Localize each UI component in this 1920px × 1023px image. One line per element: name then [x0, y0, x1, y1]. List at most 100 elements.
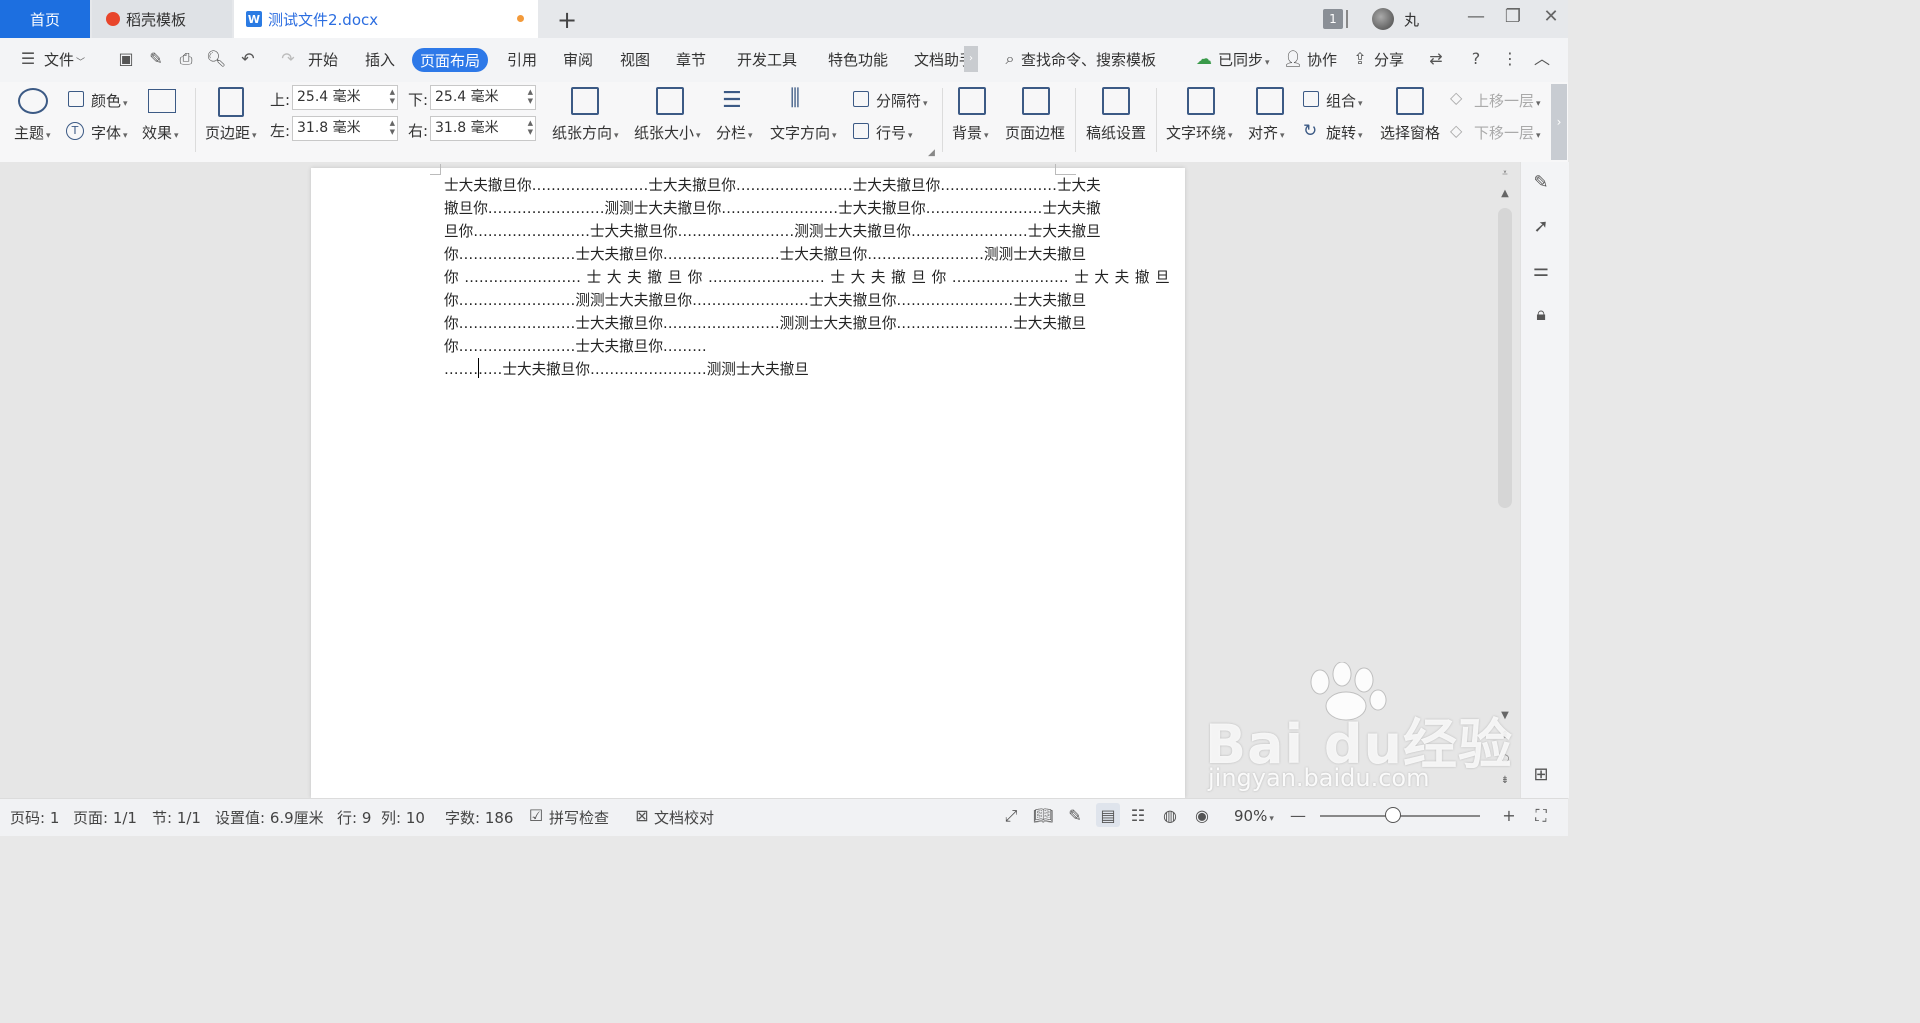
- hamburger-icon[interactable]: ☰: [18, 49, 38, 69]
- bottom-margin-field[interactable]: 25.4 毫米 ▲ ▼: [430, 85, 536, 110]
- tab-document[interactable]: W 测试文件2.docx: [234, 0, 538, 38]
- text-wrap-button[interactable]: 文字环绕 ▾: [1166, 122, 1233, 143]
- margin-icon[interactable]: [218, 87, 244, 117]
- avatar[interactable]: [1372, 8, 1394, 30]
- paper-size-button[interactable]: 纸张大小 ▾: [634, 122, 701, 143]
- menu-review[interactable]: 审阅: [563, 49, 593, 70]
- select-pane-button[interactable]: 选择窗格: [1380, 122, 1440, 143]
- scroll-thumb[interactable]: [1498, 208, 1512, 508]
- redo-icon[interactable]: ↷: [278, 49, 298, 69]
- fullscreen-icon[interactable]: ⤢: [1001, 806, 1021, 826]
- manuscript-icon[interactable]: [1102, 87, 1130, 115]
- status-setting[interactable]: 设置值: 6.9厘米: [215, 807, 324, 828]
- ribbon-scroll-right-icon[interactable]: ›: [1551, 84, 1567, 160]
- scroll-up-icon[interactable]: ▲: [1498, 188, 1512, 199]
- zoom-slider-knob[interactable]: [1385, 807, 1401, 823]
- web-view-icon[interactable]: ◍: [1160, 806, 1180, 826]
- fit-window-icon[interactable]: ⛶: [1531, 806, 1551, 826]
- spinner-icon[interactable]: ▲ ▼: [528, 88, 533, 106]
- doc-line[interactable]: 你……………………士大夫撤旦你………: [444, 335, 707, 356]
- help-icon[interactable]: ?: [1466, 49, 1486, 69]
- user-name[interactable]: 丸: [1404, 9, 1419, 30]
- font-theme-button[interactable]: 字体 ▾: [91, 122, 128, 143]
- close-button[interactable]: ✕: [1538, 6, 1564, 27]
- orientation-button[interactable]: 纸张方向 ▾: [552, 122, 619, 143]
- scroll-top-icon[interactable]: ⩡: [1498, 168, 1512, 179]
- menu-start[interactable]: 开始: [308, 49, 338, 70]
- margin-button[interactable]: 页边距 ▾: [205, 122, 257, 143]
- zoom-in-icon[interactable]: +: [1499, 806, 1519, 826]
- outline-view-icon[interactable]: ☷: [1128, 806, 1148, 826]
- minimize-button[interactable]: —: [1463, 6, 1489, 27]
- pen-icon[interactable]: ✎: [1530, 172, 1552, 194]
- doc-line[interactable]: 旦你……………………士大夫撤旦你……………………测测士大夫撤旦你………………………: [444, 220, 1101, 241]
- paper-size-icon[interactable]: [656, 87, 684, 115]
- color-button[interactable]: 颜色 ▾: [91, 90, 128, 111]
- effect-icon[interactable]: [148, 89, 176, 113]
- print-icon[interactable]: ⎙: [176, 49, 196, 69]
- transfer-icon[interactable]: ⇄: [1426, 49, 1446, 69]
- background-button[interactable]: 背景 ▾: [952, 122, 989, 143]
- collapse-ribbon-icon[interactable]: ︿: [1532, 49, 1552, 69]
- left-margin-field[interactable]: 31.8 毫米 ▲ ▼: [292, 116, 398, 141]
- doc-line[interactable]: 你 …………………… 士 大 夫 撤 旦 你 …………………… 士 大 夫 撤 …: [444, 266, 1170, 287]
- restore-button[interactable]: ❐: [1500, 6, 1526, 27]
- doc-line[interactable]: …………士大夫撤旦你……………………测测士大夫撤旦: [444, 358, 809, 379]
- select-pane-icon[interactable]: [1396, 87, 1424, 115]
- share-button[interactable]: 分享: [1374, 49, 1404, 70]
- menu-view[interactable]: 视图: [620, 49, 650, 70]
- page-border-button[interactable]: 页面边框: [1005, 122, 1065, 143]
- undo-icon[interactable]: ↶: [238, 49, 258, 69]
- window-count-badge[interactable]: 1: [1323, 9, 1343, 29]
- columns-icon[interactable]: ☰: [722, 88, 742, 113]
- proofread-button[interactable]: 文档校对: [654, 807, 714, 828]
- menu-features[interactable]: 特色功能: [828, 49, 888, 70]
- collaborate-button[interactable]: 协作: [1307, 49, 1337, 70]
- line-number-button[interactable]: 行号 ▾: [876, 122, 913, 143]
- pointer-icon[interactable]: ➚: [1530, 216, 1552, 238]
- spinner-icon[interactable]: ▲ ▼: [390, 119, 395, 137]
- more-icon[interactable]: ⋮: [1500, 49, 1520, 69]
- page-border-icon[interactable]: [1022, 87, 1050, 115]
- sync-status[interactable]: 已同步 ▾: [1218, 49, 1270, 70]
- palette-icon[interactable]: [18, 88, 48, 114]
- print-preview-icon[interactable]: 🔍︎: [206, 49, 226, 69]
- doc-line[interactable]: 撤旦你……………………测测士大夫撤旦你……………………士大夫撤旦你……………………: [444, 197, 1101, 218]
- spellcheck-button[interactable]: 拼写检查: [549, 807, 609, 828]
- align-icon[interactable]: [1256, 87, 1284, 115]
- status-col[interactable]: 列: 10: [381, 807, 425, 828]
- doc-line[interactable]: 你……………………士大夫撤旦你……………………测测士大夫撤旦你……………………士…: [444, 312, 1086, 333]
- menu-developer[interactable]: 开发工具: [737, 49, 797, 70]
- settings-sliders-icon[interactable]: ⚌: [1530, 260, 1552, 282]
- read-mode-icon[interactable]: 📖︎: [1033, 806, 1053, 826]
- effect-button[interactable]: 效果 ▾: [142, 122, 179, 143]
- eye-protect-icon[interactable]: ◉: [1192, 806, 1212, 826]
- status-section[interactable]: 节: 1/1: [152, 807, 201, 828]
- status-page-code[interactable]: 页码: 1: [10, 807, 59, 828]
- theme-button[interactable]: 主题 ▾: [14, 122, 51, 143]
- align-button[interactable]: 对齐 ▾: [1248, 122, 1285, 143]
- spinner-icon[interactable]: ▲ ▼: [390, 88, 395, 106]
- new-tab-button[interactable]: +: [554, 6, 580, 34]
- text-wrap-icon[interactable]: [1187, 87, 1215, 115]
- zoom-level[interactable]: 90% ▾: [1234, 807, 1274, 825]
- save-icon[interactable]: ▣: [116, 49, 136, 69]
- tab-template[interactable]: 稻壳模板: [92, 0, 232, 38]
- separator-button[interactable]: 分隔符 ▾: [876, 90, 928, 111]
- doc-line[interactable]: 士大夫撤旦你……………………士大夫撤旦你……………………士大夫撤旦你…………………: [444, 174, 1101, 195]
- group-button[interactable]: 组合 ▾: [1326, 90, 1363, 111]
- text-direction-button[interactable]: 文字方向 ▾: [770, 122, 837, 143]
- file-menu[interactable]: 文件 ﹀: [44, 49, 85, 70]
- menu-chapter[interactable]: 章节: [676, 49, 706, 70]
- columns-button[interactable]: 分栏 ▾: [716, 122, 753, 143]
- orientation-icon[interactable]: [571, 87, 599, 115]
- bring-forward-button[interactable]: 上移一层 ▾: [1474, 90, 1541, 111]
- format-painter-icon[interactable]: ✎: [146, 49, 166, 69]
- menu-insert[interactable]: 插入: [365, 49, 395, 70]
- manuscript-button[interactable]: 稿纸设置: [1086, 122, 1146, 143]
- doc-line[interactable]: 你……………………测测士大夫撤旦你……………………士大夫撤旦你……………………士…: [444, 289, 1086, 310]
- write-mode-icon[interactable]: ✎: [1065, 806, 1085, 826]
- doc-line[interactable]: 你……………………士大夫撤旦你……………………士大夫撤旦你……………………测测士…: [444, 243, 1086, 264]
- chevron-right-icon[interactable]: ›: [964, 46, 978, 72]
- text-direction-icon[interactable]: ⫼: [790, 86, 800, 111]
